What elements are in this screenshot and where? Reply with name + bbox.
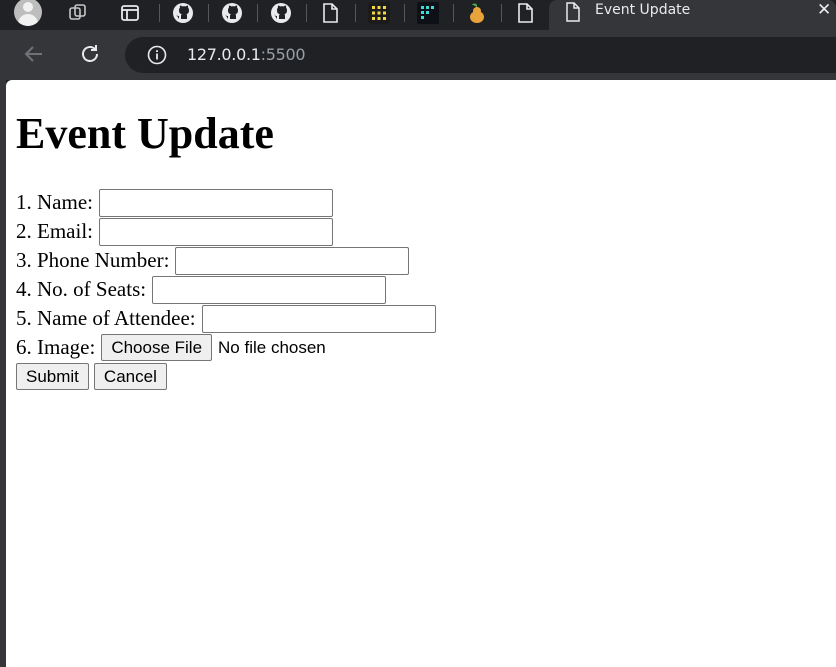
name-input[interactable] — [98, 188, 333, 217]
document-icon[interactable] — [503, 0, 547, 26]
page-title: Event Update — [16, 109, 274, 158]
email-label: 2. Email: — [16, 219, 93, 243]
name-row: 1. Name: — [16, 188, 333, 217]
browser-toolbar: 127.0.0.1:5500 — [0, 30, 836, 80]
site-info-icon[interactable] — [147, 45, 167, 70]
sidebar-icon[interactable] — [108, 0, 152, 26]
back-arrow-icon[interactable] — [19, 39, 49, 69]
url-port: :5500 — [260, 45, 306, 64]
address-bar[interactable]: 127.0.0.1:5500 — [125, 37, 836, 73]
attendee-input[interactable] — [201, 304, 436, 333]
email-row: 2. Email: — [16, 217, 333, 246]
submit-button[interactable]: Submit — [16, 363, 89, 390]
name-label: 1. Name: — [16, 190, 93, 214]
github-icon[interactable] — [161, 0, 205, 26]
attendee-label: 5. Name of Attendee: — [16, 306, 196, 330]
image-label: 6. Image: — [16, 335, 96, 359]
tab-groups-icon[interactable] — [56, 0, 100, 26]
seats-input[interactable] — [152, 275, 387, 304]
reload-icon[interactable] — [75, 39, 105, 69]
page-viewport: Event Update 1. Name: 2. Email: 3. Phone… — [6, 80, 836, 667]
tab-strip: Event Update ✕ — [0, 0, 836, 36]
phone-input[interactable] — [175, 246, 410, 275]
close-tab-icon[interactable]: ✕ — [817, 0, 831, 20]
file-status-text: No file chosen — [218, 337, 326, 357]
email-input[interactable] — [99, 217, 333, 246]
pear-icon[interactable] — [455, 0, 499, 26]
github-icon[interactable] — [210, 0, 254, 26]
cancel-button[interactable]: Cancel — [93, 363, 167, 390]
url-host: 127.0.0.1 — [187, 45, 261, 64]
grid-app-icon[interactable] — [357, 0, 401, 26]
url-text[interactable]: 127.0.0.1:5500 — [187, 45, 306, 64]
seats-row: 4. No. of Seats: — [16, 275, 387, 304]
phone-label: 3. Phone Number: — [16, 248, 170, 272]
seats-label: 4. No. of Seats: — [16, 277, 147, 301]
actions-row: Submit Cancel — [16, 362, 167, 391]
phone-row: 3. Phone Number: — [16, 246, 410, 275]
tab-title: Event Update — [595, 2, 691, 18]
choose-file-button[interactable]: Choose File — [101, 334, 213, 361]
profile-avatar-icon[interactable] — [14, 0, 42, 26]
document-icon — [565, 2, 581, 27]
image-row: 6. Image: Choose File No file chosen — [16, 333, 326, 362]
grid-app-icon[interactable] — [406, 0, 450, 26]
document-icon[interactable] — [308, 0, 352, 26]
github-icon[interactable] — [259, 0, 303, 26]
attendee-row: 5. Name of Attendee: — [16, 304, 436, 333]
